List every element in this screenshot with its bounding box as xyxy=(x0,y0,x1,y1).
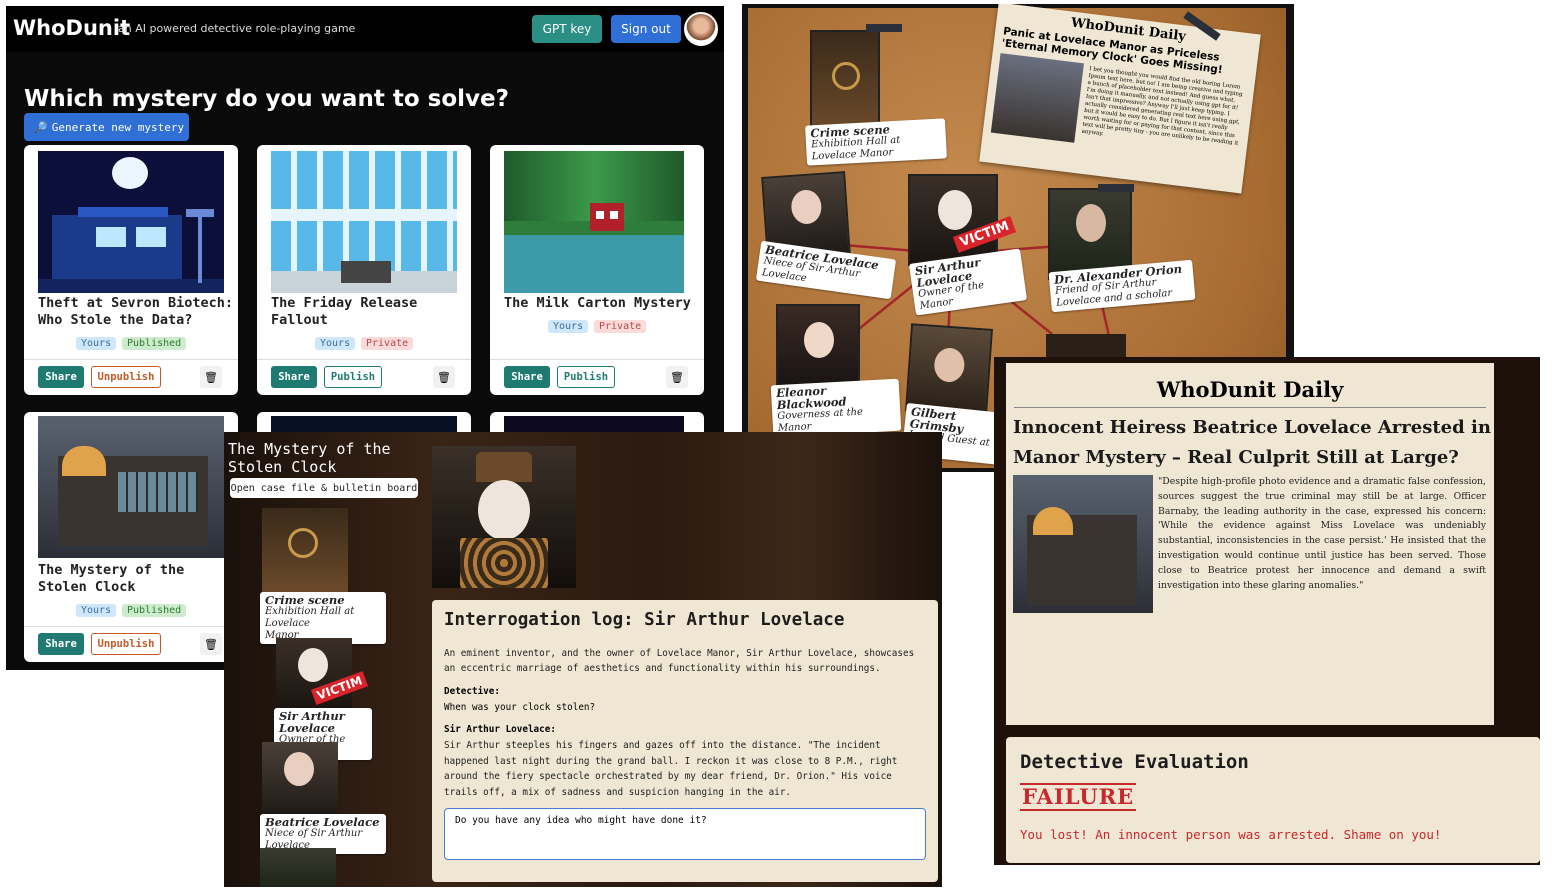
evaluation-title: Detective Evaluation xyxy=(1020,751,1249,773)
publish-button[interactable]: Publish xyxy=(324,366,382,388)
suspect-portrait xyxy=(432,446,576,588)
mystery-card[interactable]: The Mystery of the Stolen Clock Yours Pub… xyxy=(24,412,238,662)
share-button[interactable]: Share xyxy=(504,366,550,388)
newspaper-body: I bet you thought you would find the old… xyxy=(1081,66,1243,147)
result-newspaper: WhoDunit Daily Innocent Heiress Beatrice… xyxy=(1006,363,1494,725)
suspect-label: Sir Arthur Lovelace: xyxy=(444,724,556,735)
log-title: Interrogation log: Sir Arthur Lovelace xyxy=(444,610,845,630)
mystery-card-image xyxy=(38,416,224,558)
newspaper-photo xyxy=(990,53,1084,143)
detective-question: When was your clock stolen? xyxy=(444,702,596,713)
question-input[interactable]: Do you have any idea who might have done… xyxy=(444,808,926,860)
gpt-key-button[interactable]: GPT key xyxy=(532,15,602,43)
crime-scene-photo xyxy=(810,30,880,130)
avatar[interactable] xyxy=(684,12,718,46)
portrait-eleanor xyxy=(776,304,860,388)
portrait-sir-arthur xyxy=(908,174,998,266)
share-button[interactable]: Share xyxy=(38,633,84,655)
generate-mystery-label: Generate new mystery xyxy=(51,120,185,134)
tape xyxy=(1098,184,1134,192)
magnifier-icon: 🔎 xyxy=(34,120,48,134)
mystery-card-image xyxy=(504,151,684,293)
result-photo xyxy=(1013,475,1153,613)
suspect-thumb-partial[interactable] xyxy=(260,848,336,887)
status-badge: Private xyxy=(361,337,414,350)
crime-scene-thumb[interactable] xyxy=(262,508,348,592)
sign-out-button[interactable]: Sign out xyxy=(611,15,681,43)
generate-mystery-button[interactable]: 🔎 Generate new mystery xyxy=(24,113,189,141)
unpublish-button[interactable]: Unpublish xyxy=(91,366,161,388)
case-title: The Mystery of the Stolen Clock xyxy=(228,440,391,476)
owner-badge: Yours xyxy=(76,604,117,617)
tape xyxy=(866,24,902,32)
mystery-card-image xyxy=(271,151,457,293)
share-button[interactable]: Share xyxy=(271,366,317,388)
open-case-file-button[interactable]: Open case file & bulletin board xyxy=(230,478,418,498)
detective-evaluation: Detective Evaluation FAILURE You lost! A… xyxy=(1006,737,1540,863)
card-divider xyxy=(24,626,238,627)
mystery-card-title: The Mystery of the Stolen Clock xyxy=(38,562,185,595)
trash-icon[interactable]: 🗑 xyxy=(200,366,222,388)
pin-card-crime-scene[interactable]: Crime scene Exhibition Hall at Lovelace M… xyxy=(805,118,947,166)
mystery-card-title: The Milk Carton Mystery xyxy=(504,295,691,311)
mystery-card-image xyxy=(38,151,224,293)
outcome-message: You lost! An innocent person was arreste… xyxy=(1020,827,1442,842)
card-divider xyxy=(24,359,238,360)
owner-badge: Yours xyxy=(76,337,117,350)
mystery-card[interactable]: The Friday Release Fallout Yours Private … xyxy=(257,145,471,395)
interrogation-log: Interrogation log: Sir Arthur Lovelace A… xyxy=(432,600,938,882)
owner-badge: Yours xyxy=(548,320,589,333)
mystery-card-title: Theft at Sevron Biotech: Who Stole the Da… xyxy=(38,295,234,328)
result-headline: Innocent Heiress Beatrice Lovelace Arres… xyxy=(1013,417,1491,468)
card-divider xyxy=(257,359,471,360)
failure-stamp: FAILURE xyxy=(1020,783,1137,811)
trash-icon[interactable]: 🗑 xyxy=(666,366,688,388)
unpublish-button[interactable]: Unpublish xyxy=(91,633,161,655)
share-button[interactable]: Share xyxy=(38,366,84,388)
status-badge: Published xyxy=(122,337,187,350)
publish-button[interactable]: Publish xyxy=(557,366,615,388)
beatrice-thumb[interactable] xyxy=(262,742,338,814)
interrogation-panel: The Mystery of the Stolen Clock Open case… xyxy=(224,432,942,887)
suspect-intro: An eminent inventor, and the owner of Lo… xyxy=(444,648,915,674)
owner-badge: Yours xyxy=(315,337,356,350)
top-bar: WhoDunit an AI powered detective role-pl… xyxy=(6,6,724,52)
result-panel: WhoDunit Daily Innocent Heiress Beatrice… xyxy=(994,357,1540,865)
page-title: Which mystery do you want to solve? xyxy=(24,86,509,112)
status-badge: Published xyxy=(122,604,187,617)
app-tagline: an AI powered detective role-playing gam… xyxy=(118,22,356,35)
mystery-card[interactable]: Theft at Sevron Biotech: Who Stole the Da… xyxy=(24,145,238,395)
mystery-card-title: The Friday Release Fallout xyxy=(271,295,418,328)
portrait-gilbert xyxy=(905,323,993,417)
detective-label: Detective: xyxy=(444,686,500,697)
suspect-answer: Sir Arthur steeples his fingers and gaze… xyxy=(444,740,898,798)
trash-icon[interactable]: 🗑 xyxy=(433,366,455,388)
mystery-card[interactable]: The Milk Carton Mystery Yours Private Sh… xyxy=(490,145,704,395)
status-badge: Private xyxy=(594,320,647,333)
card-divider xyxy=(490,359,704,360)
result-article-body: "Despite high-profile photo evidence and… xyxy=(1158,476,1486,591)
side-card-crime-scene[interactable]: Crime scene Exhibition Hall at Lovelace Ma… xyxy=(260,592,386,644)
app-logo[interactable]: WhoDunit xyxy=(13,16,130,40)
trash-icon[interactable]: 🗑 xyxy=(200,633,222,655)
masthead-rule xyxy=(1014,407,1486,408)
result-masthead: WhoDunit Daily xyxy=(1156,377,1344,402)
pin-card-eleanor[interactable]: Eleanor Blackwood Governess at the Manor xyxy=(770,378,902,438)
